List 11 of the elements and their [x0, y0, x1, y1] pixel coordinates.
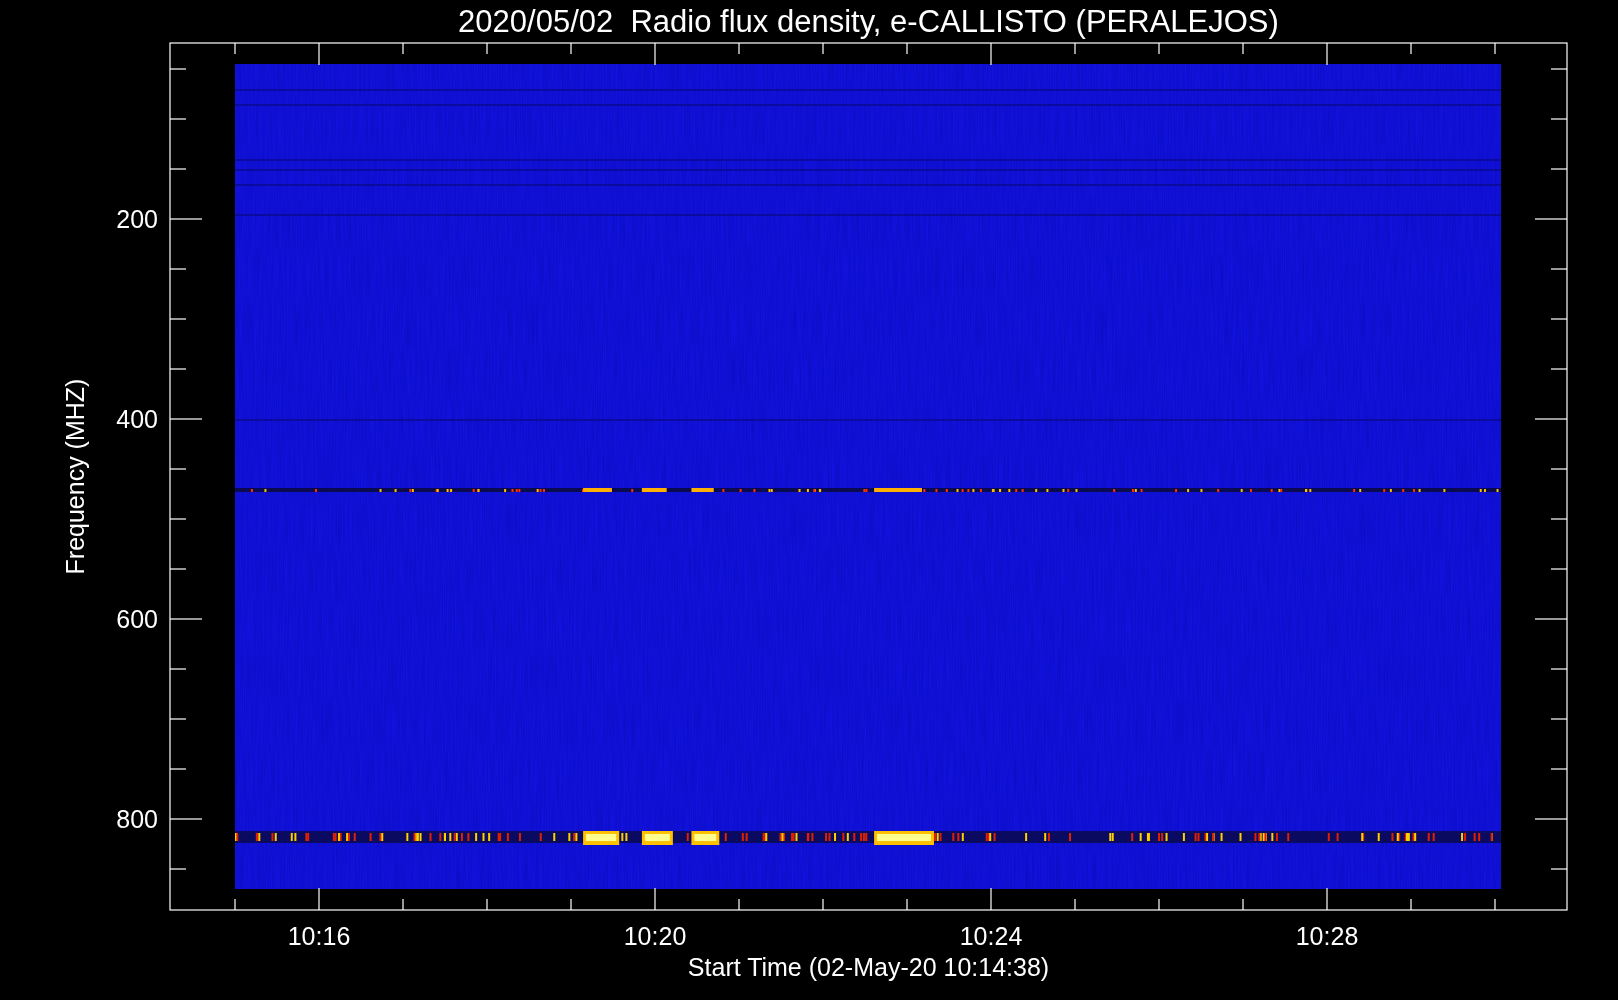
y-tick-label: 400 — [116, 405, 158, 433]
y-tick-label: 200 — [116, 205, 158, 233]
x-tick-label: 10:24 — [959, 922, 1023, 950]
x-axis-label: Start Time (02-May-20 10:14:38) — [687, 953, 1050, 981]
chart-title: 2020/05/02 Radio flux density, e-CALLISTO (PERALEJOS) — [458, 4, 1279, 39]
x-tick-label: 10:20 — [623, 922, 687, 950]
y-tick-label: 600 — [116, 605, 158, 633]
x-tick-label: 10:28 — [1295, 922, 1359, 950]
y-tick-label: 800 — [116, 805, 158, 833]
y-axis-label: Frequency (MHZ) — [61, 378, 89, 575]
x-tick-label: 10:16 — [287, 922, 351, 950]
